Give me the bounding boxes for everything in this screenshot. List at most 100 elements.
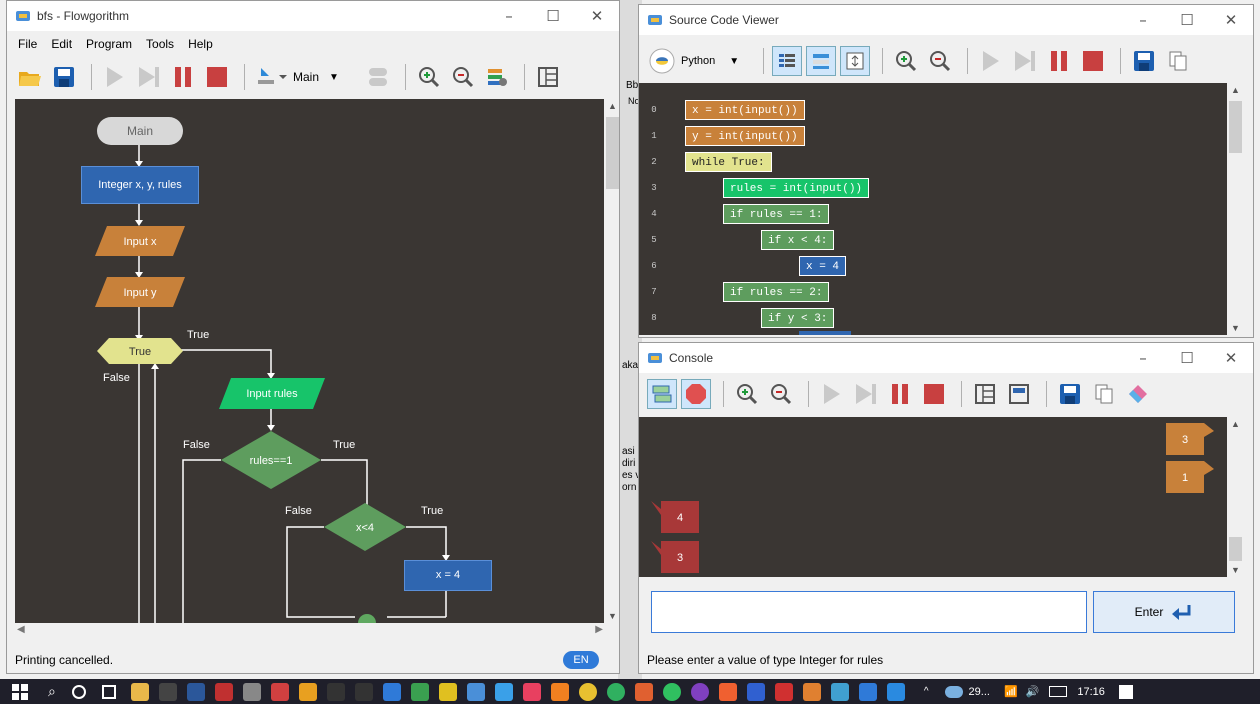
line-numbers-icon[interactable] xyxy=(772,46,802,76)
save-icon[interactable] xyxy=(49,62,79,92)
code-line[interactable]: if y < 3: xyxy=(761,308,835,328)
zoom-in-icon[interactable] xyxy=(891,46,921,76)
app-icon[interactable] xyxy=(410,682,429,701)
file-explorer-icon[interactable] xyxy=(130,682,149,701)
mail-icon[interactable] xyxy=(382,682,401,701)
menu-file[interactable]: File xyxy=(11,37,44,51)
code-line[interactable]: while True: xyxy=(685,152,772,172)
network-icon[interactable]: 📶 xyxy=(1004,685,1018,698)
volume-icon[interactable]: 🔊 xyxy=(1026,685,1040,698)
menu-help[interactable]: Help xyxy=(181,37,220,51)
app-icon[interactable] xyxy=(746,682,765,701)
zoom-in-icon[interactable] xyxy=(414,62,444,92)
language-badge[interactable]: EN xyxy=(563,651,599,669)
scroll-thumb[interactable] xyxy=(606,117,619,189)
stop-icon[interactable] xyxy=(1078,46,1108,76)
source-vertical-scrollbar[interactable]: ▲ ▼ xyxy=(1227,83,1244,335)
layout-icon[interactable] xyxy=(970,379,1000,409)
minimize-button[interactable]: – xyxy=(1121,343,1165,373)
app-icon[interactable] xyxy=(606,682,625,701)
scroll-thumb[interactable] xyxy=(1229,537,1242,561)
code-line[interactable]: y = int(input()) xyxy=(685,126,805,146)
vscode-icon[interactable] xyxy=(886,682,905,701)
flow-main-terminal[interactable]: Main xyxy=(97,117,183,145)
flow-input-y[interactable]: Input y xyxy=(95,277,185,307)
scroll-up-icon[interactable]: ▲ xyxy=(1231,85,1240,95)
flow-if-x[interactable]: x<4 xyxy=(324,503,406,551)
save-icon[interactable] xyxy=(1055,379,1085,409)
zoom-out-icon[interactable] xyxy=(925,46,955,76)
enter-button[interactable]: Enter xyxy=(1093,591,1235,633)
weather-text[interactable]: 29... xyxy=(969,686,990,698)
step-icon[interactable] xyxy=(1010,46,1040,76)
add-function-icon[interactable] xyxy=(253,62,289,92)
app-icon[interactable] xyxy=(438,682,457,701)
scroll-up-icon[interactable]: ▲ xyxy=(608,101,617,111)
tray-chevron-icon[interactable]: ^ xyxy=(924,686,929,697)
code-line[interactable]: rules = int(input()) xyxy=(723,178,870,198)
scroll-down-icon[interactable]: ▼ xyxy=(1231,323,1240,333)
fit-icon[interactable] xyxy=(840,46,870,76)
save-icon[interactable] xyxy=(1129,46,1159,76)
zoom-out-icon[interactable] xyxy=(766,379,796,409)
stop-icon[interactable] xyxy=(202,62,232,92)
task-view-icon[interactable] xyxy=(101,684,116,699)
code-line[interactable]: x = 4 xyxy=(799,256,847,276)
maximize-button[interactable]: ☐ xyxy=(531,1,575,31)
cortana-icon[interactable] xyxy=(71,684,86,699)
weather-icon[interactable] xyxy=(944,685,963,698)
highlight-icon[interactable] xyxy=(806,46,836,76)
run-icon[interactable] xyxy=(817,379,847,409)
maximize-button[interactable]: ☐ xyxy=(1165,343,1209,373)
chrome-icon[interactable] xyxy=(578,682,597,701)
scroll-thumb[interactable] xyxy=(1229,101,1242,153)
maximize-button[interactable]: ☐ xyxy=(1165,5,1209,35)
flow-declare-block[interactable]: Integer x, y, rules xyxy=(81,166,199,204)
scroll-left-icon[interactable]: ◀ xyxy=(17,624,25,635)
windows-start-icon[interactable] xyxy=(12,683,28,700)
minimize-button[interactable]: – xyxy=(487,1,531,31)
whatsapp-icon[interactable] xyxy=(662,682,681,701)
app-icon[interactable] xyxy=(270,682,289,701)
zoom-in-icon[interactable] xyxy=(732,379,762,409)
copy-icon[interactable] xyxy=(1163,46,1193,76)
scroll-down-icon[interactable]: ▼ xyxy=(608,611,617,621)
app-icon[interactable] xyxy=(858,682,877,701)
scroll-up-icon[interactable]: ▲ xyxy=(1231,419,1240,429)
minimize-button[interactable]: – xyxy=(1121,5,1165,35)
notifications-icon[interactable] xyxy=(1118,684,1133,699)
close-button[interactable]: ✕ xyxy=(1209,343,1253,373)
close-button[interactable]: ✕ xyxy=(575,1,619,31)
app-icon[interactable] xyxy=(326,682,345,701)
source-code-area[interactable]: 0 1 2 3 4 5 6 7 8 x = int(input()) y = i… xyxy=(639,83,1227,335)
flow-if-rules[interactable]: rules==1 xyxy=(221,431,321,489)
console-input-field[interactable] xyxy=(651,591,1087,633)
menu-edit[interactable]: Edit xyxy=(44,37,79,51)
style-icon[interactable] xyxy=(482,62,512,92)
code-line[interactable]: x = int(input()) xyxy=(685,100,805,120)
step-icon[interactable] xyxy=(851,379,881,409)
zoom-out-icon[interactable] xyxy=(448,62,478,92)
app-icon[interactable] xyxy=(214,682,233,701)
layout-icon[interactable] xyxy=(533,62,563,92)
app-icon[interactable] xyxy=(354,682,373,701)
app-icon[interactable] xyxy=(242,682,261,701)
scroll-down-icon[interactable]: ▼ xyxy=(1231,565,1240,575)
app-icon[interactable] xyxy=(830,682,849,701)
app-icon[interactable] xyxy=(550,682,569,701)
app-icon[interactable] xyxy=(690,682,709,701)
menu-tools[interactable]: Tools xyxy=(139,37,181,51)
scroll-right-icon[interactable]: ▶ xyxy=(595,624,603,635)
search-icon[interactable]: ⌕ xyxy=(48,683,56,700)
code-line[interactable]: if x < 4: xyxy=(761,230,835,250)
app-icon[interactable] xyxy=(494,682,513,701)
pause-icon[interactable] xyxy=(1044,46,1074,76)
panel-icon[interactable] xyxy=(1004,379,1034,409)
keyboard-icon[interactable] xyxy=(1049,686,1068,697)
stop-sign-icon[interactable] xyxy=(681,379,711,409)
flow-input-x[interactable]: Input x xyxy=(95,226,185,256)
terminal-icon[interactable] xyxy=(158,682,177,701)
acrobat-icon[interactable] xyxy=(774,682,793,701)
pause-icon[interactable] xyxy=(885,379,915,409)
function-select[interactable]: Main ▼ xyxy=(293,62,359,92)
